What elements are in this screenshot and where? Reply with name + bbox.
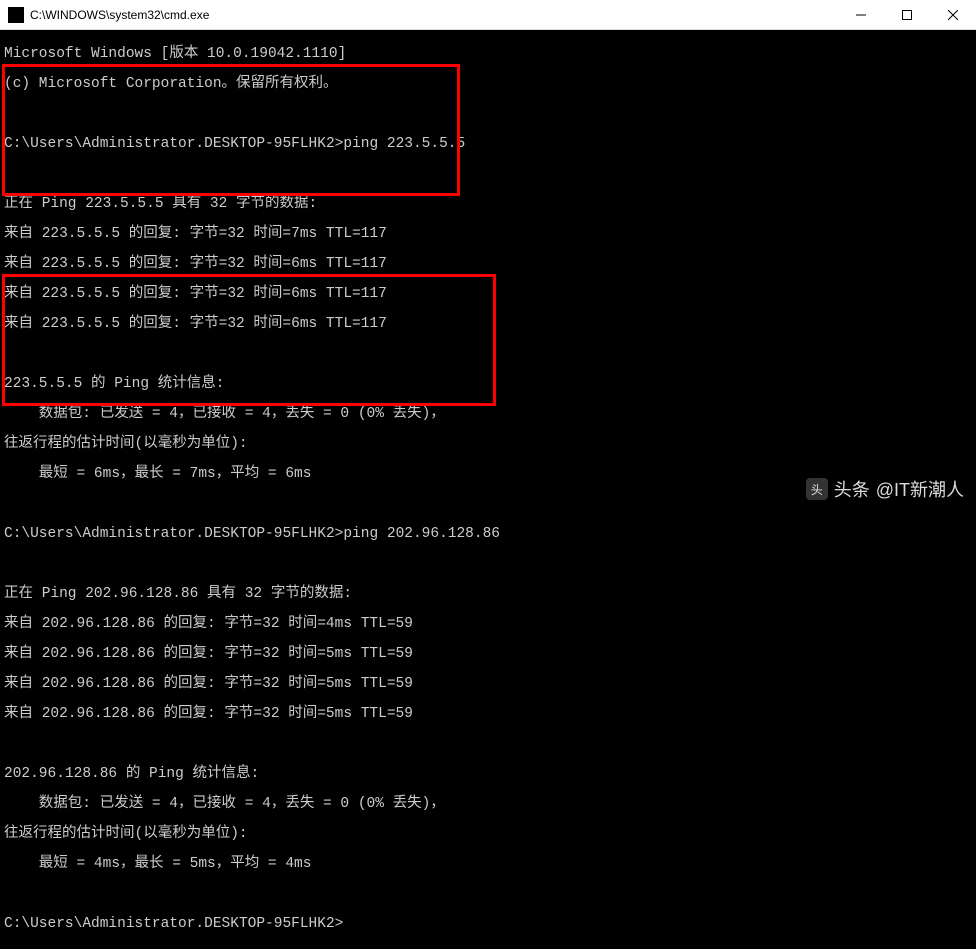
window-titlebar: C:\WINDOWS\system32\cmd.exe xyxy=(0,0,976,30)
ping-stats-packets: 数据包: 已发送 = 4，已接收 = 4，丢失 = 0 (0% 丢失)， xyxy=(4,797,972,812)
ping-banner: 正在 Ping 223.5.5.5 具有 32 字节的数据: xyxy=(4,197,972,212)
ping-reply: 来自 202.96.128.86 的回复: 字节=32 时间=5ms TTL=5… xyxy=(4,707,972,722)
maximize-button[interactable] xyxy=(884,0,930,30)
ping-reply: 来自 202.96.128.86 的回复: 字节=32 时间=4ms TTL=5… xyxy=(4,617,972,632)
ping-reply: 来自 223.5.5.5 的回复: 字节=32 时间=6ms TTL=117 xyxy=(4,317,972,332)
blank-line xyxy=(4,737,972,752)
prompt: C:\Users\Administrator.DESKTOP-95FLHK2> xyxy=(4,526,343,542)
window-title: C:\WINDOWS\system32\cmd.exe xyxy=(30,8,838,22)
blank-line xyxy=(4,887,972,902)
ping-reply: 来自 223.5.5.5 的回复: 字节=32 时间=7ms TTL=117 xyxy=(4,227,972,242)
ping-banner: 正在 Ping 202.96.128.86 具有 32 字节的数据: xyxy=(4,587,972,602)
ping-stats-header: 202.96.128.86 的 Ping 统计信息: xyxy=(4,767,972,782)
version-line: Microsoft Windows [版本 10.0.19042.1110] xyxy=(4,47,972,62)
copyright-line: (c) Microsoft Corporation。保留所有权利。 xyxy=(4,77,972,92)
ping-stats-rtt-header: 往返行程的估计时间(以毫秒为单位): xyxy=(4,437,972,452)
ping-stats-header: 223.5.5.5 的 Ping 统计信息: xyxy=(4,377,972,392)
prompt: C:\Users\Administrator.DESKTOP-95FLHK2> xyxy=(4,136,343,152)
blank-line xyxy=(4,167,972,182)
close-button[interactable] xyxy=(930,0,976,30)
blank-line xyxy=(4,107,972,122)
prompt-line: C:\Users\Administrator.DESKTOP-95FLHK2>p… xyxy=(4,137,972,152)
watermark-logo-icon: 头 xyxy=(806,478,828,500)
ping-reply: 来自 202.96.128.86 的回复: 字节=32 时间=5ms TTL=5… xyxy=(4,647,972,662)
ping-stats-packets: 数据包: 已发送 = 4，已接收 = 4，丢失 = 0 (0% 丢失)， xyxy=(4,407,972,422)
blank-line xyxy=(4,557,972,572)
ping-stats-rtt-header: 往返行程的估计时间(以毫秒为单位): xyxy=(4,827,972,842)
prompt: C:\Users\Administrator.DESKTOP-95FLHK2> xyxy=(4,916,343,932)
ping-reply: 来自 223.5.5.5 的回复: 字节=32 时间=6ms TTL=117 xyxy=(4,287,972,302)
watermark: 头 头条 @IT新潮人 xyxy=(806,476,964,502)
watermark-handle: @IT新潮人 xyxy=(876,476,964,502)
watermark-label: 头条 xyxy=(834,476,870,502)
command-text: ping 223.5.5.5 xyxy=(343,136,465,152)
prompt-line: C:\Users\Administrator.DESKTOP-95FLHK2> xyxy=(4,917,972,932)
ping-reply: 来自 202.96.128.86 的回复: 字节=32 时间=5ms TTL=5… xyxy=(4,677,972,692)
cmd-icon xyxy=(8,7,24,23)
ping-reply: 来自 223.5.5.5 的回复: 字节=32 时间=6ms TTL=117 xyxy=(4,257,972,272)
minimize-button[interactable] xyxy=(838,0,884,30)
ping-stats-rtt: 最短 = 4ms，最长 = 5ms，平均 = 4ms xyxy=(4,857,972,872)
prompt-line: C:\Users\Administrator.DESKTOP-95FLHK2>p… xyxy=(4,527,972,542)
blank-line xyxy=(4,347,972,362)
command-text: ping 202.96.128.86 xyxy=(343,526,500,542)
